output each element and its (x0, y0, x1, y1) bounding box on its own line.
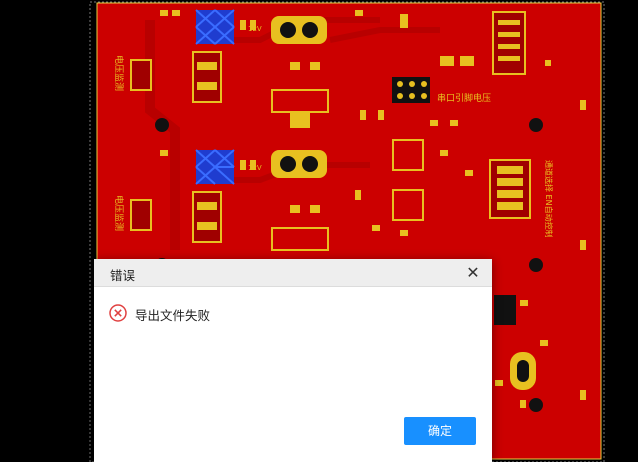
close-icon[interactable]: ✕ (462, 262, 484, 284)
silk-right-label: 通道选择 EN自动控制 (544, 160, 554, 238)
silk-12v-b: 12V (248, 164, 262, 172)
silk-side-label-2: 电压监测 (113, 195, 125, 231)
silk-serial-label: 串口引脚电压 (437, 92, 491, 104)
error-dialog: 错误 ✕ 导出文件失败 确定 (94, 259, 492, 462)
silk-12v-a: 12V (248, 25, 262, 33)
error-message: 导出文件失败 (135, 308, 211, 323)
silk-side-label-1: 电压监测 (113, 55, 125, 91)
error-circle-icon (109, 304, 127, 322)
ok-button[interactable]: 确定 (404, 417, 476, 445)
dialog-header: 错误 ✕ (94, 259, 492, 287)
dialog-title: 错误 (110, 268, 136, 283)
